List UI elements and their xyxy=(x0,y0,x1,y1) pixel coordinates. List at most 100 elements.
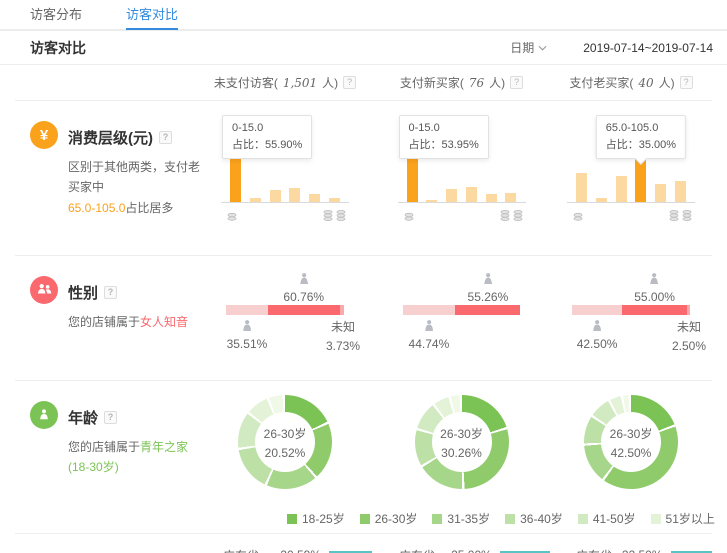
donut-center-value: 42.50% xyxy=(611,446,652,460)
column-header-unpaid-visitors: 未支付访客(1,501人) ? xyxy=(197,74,373,91)
help-icon[interactable]: ? xyxy=(104,411,117,424)
tab-visitor-distribution[interactable]: 访客分布 xyxy=(30,0,82,29)
age-title: 年龄 ? xyxy=(68,401,117,429)
male-stat: 35.51% xyxy=(227,319,268,350)
gender-stacked-bar xyxy=(226,305,344,315)
x-axis xyxy=(221,202,349,203)
unknown-stat: 未知2.50% xyxy=(672,318,706,356)
gender-people-icon xyxy=(30,276,58,304)
axis-coin-icons xyxy=(572,209,694,222)
male-segment[interactable] xyxy=(403,305,456,315)
consume-chart-unpaid: 0-15.0占比：55.90% xyxy=(197,101,373,235)
unknown-stat: 未知3.73% xyxy=(326,318,360,356)
age-donut[interactable]: 26-30岁20.52% xyxy=(238,395,332,489)
consume-bar[interactable] xyxy=(309,194,320,202)
age-donut[interactable]: 26-30岁42.50% xyxy=(584,395,678,489)
unknown-percent: 2.50% xyxy=(672,337,706,356)
help-icon[interactable]: ? xyxy=(510,76,523,89)
legend-item[interactable]: 41-50岁 xyxy=(578,510,636,527)
legend-item[interactable]: 26-30岁 xyxy=(360,510,418,527)
unknown-segment[interactable] xyxy=(340,305,344,315)
unknown-segment[interactable] xyxy=(687,305,690,315)
consume-bar[interactable] xyxy=(576,173,587,202)
region-list-unpaid: 广东省20.59%浙江省11.06% xyxy=(197,534,373,553)
consume-bar[interactable] xyxy=(675,181,686,202)
male-percent: 35.51% xyxy=(227,338,268,350)
legend-swatch xyxy=(432,514,442,524)
consume-bar[interactable] xyxy=(407,152,418,202)
gender-chart-new: 55.26% 44.74% xyxy=(373,256,550,360)
help-icon[interactable]: ? xyxy=(343,76,356,89)
region-name: 广东省 xyxy=(576,547,618,553)
tooltip-range: 0-15.0 xyxy=(232,120,302,137)
gender-stacked-bar xyxy=(403,305,521,315)
age-desc: 您的店铺属于青年之家(18-30岁) xyxy=(68,437,208,478)
coin-stack-large-icon xyxy=(499,209,525,222)
legend-item[interactable]: 51岁以上 xyxy=(651,510,715,527)
unknown-percent: 3.73% xyxy=(326,337,360,356)
legend-item[interactable]: 31-35岁 xyxy=(432,510,490,527)
tooltip-range: 0-15.0 xyxy=(409,120,479,137)
chart-tooltip: 0-15.0占比：55.90% xyxy=(222,115,312,159)
female-percent: 55.26% xyxy=(468,291,509,303)
female-percent: 55.00% xyxy=(634,291,675,303)
region-row: 广东省20.59% xyxy=(223,544,373,553)
legend-item[interactable]: 36-40岁 xyxy=(505,510,563,527)
donut-center-range: 26-30岁 xyxy=(264,425,307,442)
coin-stack-small-icon xyxy=(226,212,238,222)
consume-bar[interactable] xyxy=(486,194,497,202)
age-donut[interactable]: 26-30岁30.26% xyxy=(415,395,509,489)
consume-chart-repeat: 65.0-105.0占比：35.00% xyxy=(550,101,712,235)
male-segment[interactable] xyxy=(572,305,622,315)
region-name: 广东省 xyxy=(399,547,444,553)
legend-item[interactable]: 18-25岁 xyxy=(287,510,345,527)
region-list-repeat: 广东省22.50%福建省12.50% xyxy=(550,534,712,553)
help-icon[interactable]: ? xyxy=(159,131,172,144)
female-segment[interactable] xyxy=(268,305,340,315)
column-header-new-buyers: 支付新买家(76人) ? xyxy=(373,74,550,91)
consume-chart-new: 0-15.0占比：53.95% xyxy=(373,101,550,235)
help-icon[interactable]: ? xyxy=(104,286,117,299)
consume-bar[interactable] xyxy=(270,190,281,202)
consume-bar[interactable] xyxy=(505,193,516,202)
tab-visitor-compare[interactable]: 访客对比 xyxy=(126,0,178,29)
date-filter-dropdown[interactable]: 日期 xyxy=(510,39,547,56)
legend-swatch xyxy=(287,514,297,524)
male-percent: 44.74% xyxy=(409,338,450,350)
coin-stack-small-icon xyxy=(403,212,415,222)
consume-bar[interactable] xyxy=(655,184,666,202)
female-segment[interactable] xyxy=(455,305,520,315)
consume-bar[interactable] xyxy=(616,176,627,202)
coin-stack-large-icon xyxy=(322,209,348,222)
consume-bar[interactable] xyxy=(289,188,300,202)
page-title: 访客对比 xyxy=(30,38,86,58)
legend-label: 26-30岁 xyxy=(375,510,418,527)
consume-bar[interactable] xyxy=(230,152,241,202)
female-segment[interactable] xyxy=(622,305,687,315)
visitor-compare-page: 访客分布 访客对比 访客对比 日期 2019-07-14~2019-07-14 … xyxy=(0,0,727,553)
region-list-new: 广东省25.00%浙江省11.84% xyxy=(373,534,550,553)
male-segment[interactable] xyxy=(226,305,268,315)
unknown-label: 未知 xyxy=(672,318,706,337)
consume-bar[interactable] xyxy=(466,187,477,202)
help-icon[interactable]: ? xyxy=(680,76,693,89)
consume-bar[interactable] xyxy=(446,189,457,202)
section-consume-level: ¥ 消费层级(元) ? 区别于其他两类，支付老买家中 65.0-105.0占比居… xyxy=(15,101,712,256)
gender-highlight: 女人知音 xyxy=(140,315,188,329)
donut-center-label: 26-30岁20.52% xyxy=(255,412,315,472)
consume-level-title: 消费层级(元) ? xyxy=(68,121,172,149)
consume-bar-chart: 0-15.0占比：55.90% xyxy=(230,101,340,235)
legend-swatch xyxy=(360,514,370,524)
male-icon xyxy=(239,319,254,333)
column-headers: 未支付访客(1,501人) ? 支付新买家(76人) ? 支付老买家(40人) … xyxy=(15,65,712,101)
female-percent: 60.76% xyxy=(283,291,324,303)
male-stat: 44.74% xyxy=(409,319,450,350)
female-stat: 55.00% xyxy=(634,272,675,303)
date-filter-label: 日期 xyxy=(510,39,534,56)
unknown-label: 未知 xyxy=(326,318,360,337)
section-gender: 性别 ? 您的店铺属于女人知音 60.76%35.51%未知3.73% 55.2… xyxy=(15,256,712,381)
male-icon xyxy=(590,319,605,333)
region-name: 广东省 xyxy=(223,547,271,553)
male-percent: 42.50% xyxy=(577,338,618,350)
gender-chart: 60.76%35.51%未知3.73% xyxy=(226,256,344,360)
